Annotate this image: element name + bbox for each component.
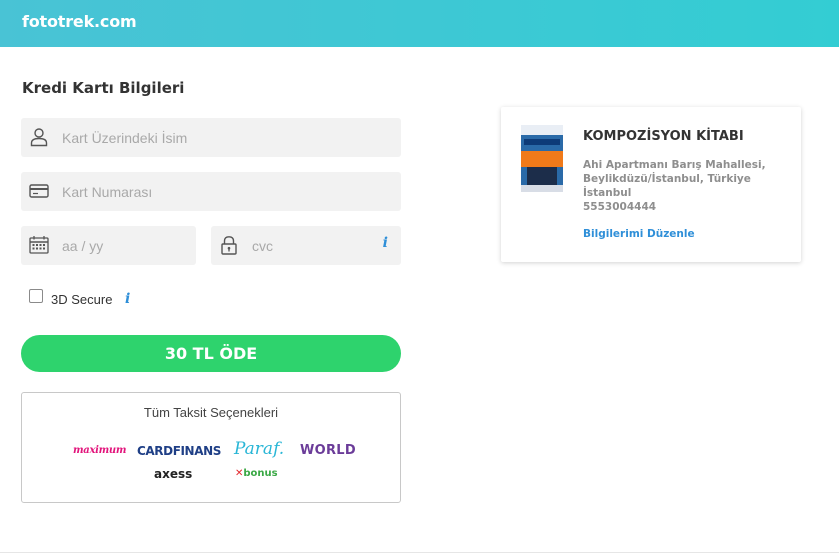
section-title: Kredi Kartı Bilgileri <box>22 79 185 97</box>
cvc-placeholder: cvc <box>252 238 273 254</box>
card-number-input[interactable]: Kart Numarası <box>21 172 401 211</box>
expiry-date-input[interactable]: aa / yy <box>21 226 196 265</box>
bottom-divider <box>0 552 839 553</box>
secure-3d-label[interactable]: 3D Secure <box>51 292 112 307</box>
order-summary-card: KOMPOZİSYON KİTABI Ahi Apartmanı Barış M… <box>501 107 801 262</box>
world-logo: WORLD <box>300 443 356 458</box>
installment-options-box: Tüm Taksit Seçenekleri maximum CARDFINAN… <box>21 392 401 503</box>
pay-button[interactable]: 30 TL ÖDE <box>21 335 401 372</box>
cvc-input[interactable]: cvc i <box>211 226 401 265</box>
top-header: fototrek.com <box>0 0 839 47</box>
maximum-logo: maximum <box>73 445 127 456</box>
phone-text: 5553004444 <box>583 201 657 213</box>
info-icon[interactable]: i <box>125 291 130 307</box>
cardholder-name-input[interactable]: Kart Üzerindeki İsim <box>21 118 401 157</box>
product-image <box>521 125 563 192</box>
installment-options-title[interactable]: Tüm Taksit Seçenekleri <box>22 405 400 420</box>
secure-3d-checkbox[interactable] <box>29 289 43 303</box>
card-number-placeholder: Kart Numarası <box>62 184 153 200</box>
product-title: KOMPOZİSYON KİTABI <box>583 129 744 144</box>
edit-info-link[interactable]: Bilgilerimi Düzenle <box>583 228 695 240</box>
expiry-date-placeholder: aa / yy <box>62 238 104 254</box>
user-icon <box>30 128 48 147</box>
lock-icon <box>221 236 237 255</box>
paraf-logo: Paraf. <box>234 439 285 459</box>
cardholder-name-placeholder: Kart Üzerindeki İsim <box>62 130 188 146</box>
credit-card-icon <box>29 184 49 198</box>
brand-logo[interactable]: fototrek.com <box>22 12 137 31</box>
address-text: Ahi Apartmanı Barış Mahallesi, Beylikdüz… <box>583 159 766 199</box>
cardfinans-logo: CARDFINANS <box>137 444 221 458</box>
bonus-logo-text: bonus <box>243 468 278 479</box>
info-icon[interactable]: i <box>383 235 388 251</box>
calendar-icon <box>29 236 49 254</box>
bonus-logo: ✕bonus <box>235 468 278 479</box>
shipping-address: Ahi Apartmanı Barış Mahallesi, Beylikdüz… <box>583 158 788 214</box>
axess-logo: axess <box>154 467 193 481</box>
